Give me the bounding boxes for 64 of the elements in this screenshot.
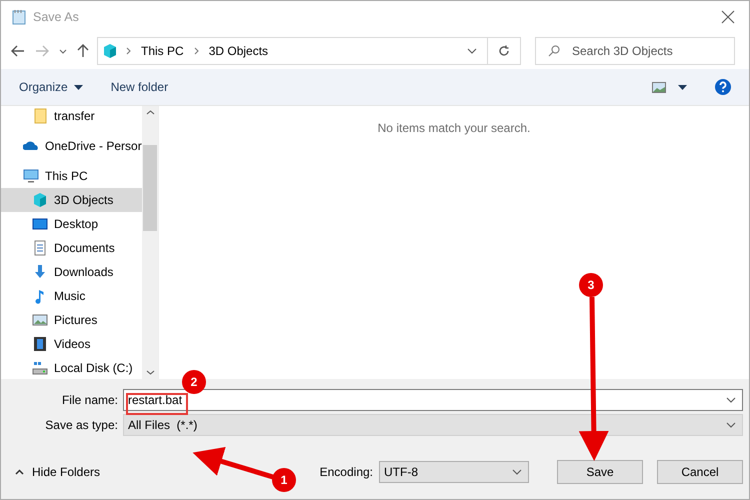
file-name-field[interactable]: restart.bat [123,389,743,411]
address-bar[interactable]: This PC 3D Objects [97,37,521,65]
breadcrumb[interactable]: This PC [139,44,186,58]
chevron-up-icon[interactable] [146,110,154,115]
view-options-button[interactable] [652,82,687,92]
organize-menu[interactable]: Organize [19,80,83,94]
step-number-badge: 2 [182,370,206,394]
chevron-right-icon [194,47,199,55]
save-as-type-dropdown[interactable]: All Files (*.*) [123,414,743,436]
drive-icon [32,360,48,376]
window-title: Save As [33,10,79,24]
new-folder-button[interactable]: New folder [110,80,168,94]
desktop-icon [32,216,48,232]
cube-icon [32,192,48,208]
folder-icon [32,108,48,124]
document-icon [32,240,48,256]
cube-icon [102,43,118,59]
picture-icon [32,312,48,328]
folder-tree-item[interactable]: Local Disk (C:) [1,356,142,379]
chevron-down-icon[interactable] [146,370,154,375]
file-name-label: File name: [60,393,119,407]
save-button[interactable]: Save [557,460,643,484]
picture-icon [652,82,666,92]
folder-tree-item[interactable]: Videos [1,332,142,356]
folder-tree-item[interactable]: Downloads [1,260,142,284]
folder-tree-item[interactable]: 3D Objects [1,188,142,212]
encoding-label: Encoding: [320,465,373,479]
down-arrow-icon [32,264,48,280]
up-button[interactable] [75,42,91,60]
search-field[interactable]: Search 3D Objects [535,37,735,65]
highlight-box [126,393,188,415]
recent-locations-button[interactable] [57,46,69,56]
folder-tree-item[interactable]: Documents [1,236,142,260]
folder-tree-item[interactable]: This PC [1,164,142,188]
chevron-down-icon [726,397,736,403]
close-icon [721,10,735,24]
back-button[interactable] [9,43,27,59]
folder-tree-item[interactable]: OneDrive - Persor [1,134,142,158]
folder-tree-item[interactable]: Pictures [1,308,142,332]
chevron-down-icon [467,48,477,54]
notepad-icon [11,9,27,25]
chevron-up-icon [15,469,24,475]
film-icon [32,336,48,352]
folder-tree-item[interactable]: Music [1,284,142,308]
search-icon [548,45,560,57]
chevron-down-icon [512,469,522,475]
cancel-button[interactable]: Cancel [657,460,743,484]
caret-icon [678,84,687,90]
monitor-icon [23,168,39,184]
folder-tree-item[interactable]: Desktop [1,212,142,236]
help-button[interactable] [715,79,731,95]
chevron-down-icon [726,422,736,428]
folder-tree-item[interactable]: transfer [1,104,142,128]
refresh-icon [498,45,510,57]
chevron-right-icon [126,47,131,55]
help-icon [715,79,731,95]
caret-icon [74,84,83,90]
breadcrumb[interactable]: 3D Objects [206,44,270,58]
encoding-dropdown[interactable]: UTF-8 [379,461,529,483]
save-as-type-label: Save as type: [44,418,119,432]
step-number-badge: 3 [579,273,603,297]
hide-folders-button[interactable]: Hide Folders [15,465,100,479]
empty-message: No items match your search. [378,121,530,137]
scrollbar[interactable] [142,106,158,379]
